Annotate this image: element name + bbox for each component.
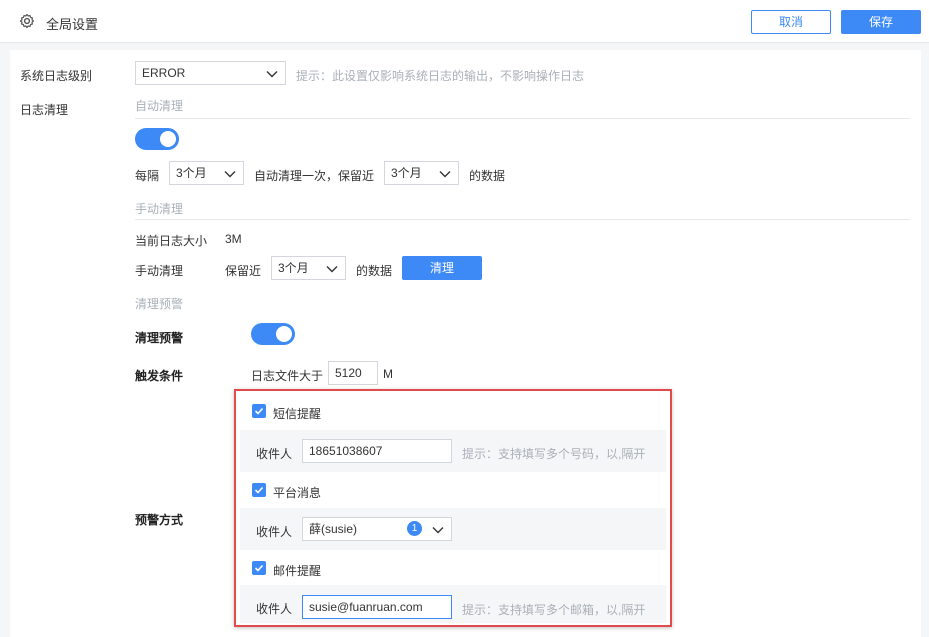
email-label: 邮件提醒 — [273, 564, 322, 578]
manual-keep-label: 保留近 — [225, 264, 262, 278]
chevron-down-icon — [223, 166, 237, 188]
chevron-down-icon — [431, 522, 445, 544]
save-button[interactable]: 保存 — [841, 10, 921, 34]
divider — [135, 118, 910, 119]
warning-toggle-label: 清理预警 — [135, 331, 184, 345]
gear-icon — [19, 13, 35, 29]
sms-checkbox[interactable] — [252, 404, 266, 418]
top-bar: 全局设置 取消 保存 — [0, 0, 929, 43]
chevron-down-icon — [265, 66, 279, 88]
manual-suffix-text: 的数据 — [356, 264, 393, 278]
auto-interval-value: 3个月 — [176, 166, 207, 180]
clean-button[interactable]: 清理 — [402, 256, 482, 280]
email-recipient-label: 收件人 — [256, 602, 293, 616]
trigger-unit: M — [383, 367, 393, 381]
current-size-value: 3M — [225, 232, 242, 246]
current-size-label: 当前日志大小 — [135, 234, 208, 248]
platform-recipient-label: 收件人 — [256, 525, 293, 539]
manual-keep-value: 3个月 — [278, 261, 309, 275]
auto-keep-select[interactable]: 3个月 — [384, 161, 459, 185]
page-title: 全局设置 — [46, 17, 99, 32]
log-cleanup-label: 日志清理 — [20, 103, 69, 117]
auto-suffix-text: 的数据 — [469, 169, 506, 183]
platform-checkbox[interactable] — [252, 483, 266, 497]
trigger-size-value: 5120 — [335, 366, 362, 380]
platform-recipient-value: 薛(susie) — [309, 522, 358, 536]
manual-cleanup-label: 手动清理 — [135, 264, 184, 278]
log-level-value: ERROR — [142, 66, 186, 80]
chevron-down-icon — [438, 166, 452, 188]
auto-interval-select[interactable]: 3个月 — [169, 161, 244, 185]
log-level-label: 系统日志级别 — [20, 69, 93, 83]
trigger-text: 日志文件大于 — [251, 369, 324, 383]
auto-middle-text: 自动清理一次，保留近 — [254, 169, 375, 183]
trigger-size-input[interactable]: 5120 — [328, 361, 378, 385]
every-label: 每隔 — [135, 169, 160, 183]
chevron-down-icon — [325, 261, 339, 283]
sms-label: 短信提醒 — [273, 407, 322, 421]
trigger-label: 触发条件 — [135, 369, 184, 383]
email-checkbox[interactable] — [252, 561, 266, 575]
warning-section-title: 清理预警 — [135, 297, 184, 311]
warning-toggle[interactable] — [251, 323, 295, 345]
divider — [135, 219, 910, 220]
log-level-hint: 提示：此设置仅影响系统日志的输出，不影响操作日志 — [296, 69, 585, 83]
email-recipient-value: susie@fuanruan.com — [309, 600, 423, 614]
sms-recipient-input[interactable]: 18651038607 — [302, 439, 452, 463]
auto-keep-value: 3个月 — [391, 166, 422, 180]
cancel-button[interactable]: 取消 — [751, 10, 831, 34]
sms-recipient-label: 收件人 — [256, 447, 293, 461]
manual-keep-select[interactable]: 3个月 — [271, 256, 346, 280]
platform-recipient-select[interactable]: 薛(susie) 1 — [302, 517, 452, 541]
log-level-select[interactable]: ERROR — [135, 61, 286, 85]
auto-cleanup-title: 自动清理 — [135, 99, 184, 113]
warning-method-label: 预警方式 — [135, 513, 184, 527]
sms-hint: 提示：支持填写多个号码，以,隔开 — [462, 447, 646, 461]
manual-cleanup-title: 手动清理 — [135, 202, 184, 216]
sms-recipient-value: 18651038607 — [309, 444, 383, 458]
platform-label: 平台消息 — [273, 486, 322, 500]
recipient-count-badge: 1 — [407, 521, 422, 536]
email-hint: 提示：支持填写多个邮箱，以,隔开 — [462, 603, 646, 617]
email-recipient-input[interactable]: susie@fuanruan.com — [302, 595, 452, 619]
auto-cleanup-toggle[interactable] — [135, 128, 179, 150]
